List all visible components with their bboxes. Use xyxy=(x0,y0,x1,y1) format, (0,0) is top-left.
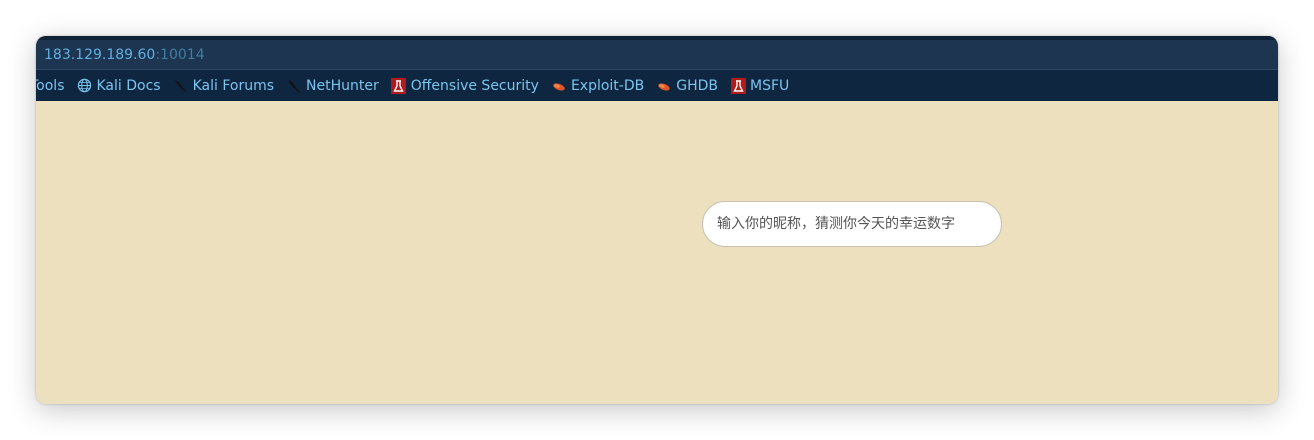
bookmark-exploit-db[interactable]: Exploit-DB xyxy=(551,78,644,94)
page-content xyxy=(36,101,1278,404)
bookmark-kali-forums[interactable]: Kali Forums xyxy=(173,78,274,94)
bookmark-label: NetHunter xyxy=(306,77,379,94)
url-host: 183.129.189.60 xyxy=(44,46,156,63)
bookmark-ghdb[interactable]: GHDB xyxy=(656,78,718,94)
kali-dragon-icon xyxy=(286,78,302,94)
bookmark-tools[interactable]: Tools xyxy=(36,78,65,94)
nickname-input[interactable] xyxy=(702,201,1002,247)
bookmark-label: Tools xyxy=(36,77,65,94)
bookmark-label: Exploit-DB xyxy=(570,77,645,94)
bookmarks-toolbar: Tools Kali Docs Kali Forums NetHunter Of… xyxy=(36,69,1278,101)
bookmark-label: Kali Forums xyxy=(192,77,275,94)
offsec-icon xyxy=(391,77,407,94)
bookmark-label: MSFU xyxy=(750,77,790,94)
bookmark-kali-docs[interactable]: Kali Docs xyxy=(77,78,161,94)
bookmark-label: Offensive Security xyxy=(410,77,539,94)
bookmark-msfu[interactable]: MSFU xyxy=(730,77,790,94)
kali-dragon-icon xyxy=(173,78,189,94)
bookmark-nethunter[interactable]: NetHunter xyxy=(286,78,379,94)
browser-window: 183.129.189.60:10014 Tools Kali Docs Kal… xyxy=(36,36,1278,404)
bookmark-label: Kali Docs xyxy=(96,77,161,94)
url-text[interactable]: 183.129.189.60:10014 xyxy=(36,47,205,63)
url-port: :10014 xyxy=(155,46,205,63)
address-bar[interactable]: 183.129.189.60:10014 xyxy=(36,36,1278,69)
exploitdb-bug-icon xyxy=(656,78,672,94)
bookmark-offensive-security[interactable]: Offensive Security xyxy=(391,77,539,94)
bookmark-label: GHDB xyxy=(676,77,718,94)
globe-icon xyxy=(77,78,93,94)
exploitdb-bug-icon xyxy=(551,78,567,94)
offsec-icon xyxy=(730,77,746,94)
